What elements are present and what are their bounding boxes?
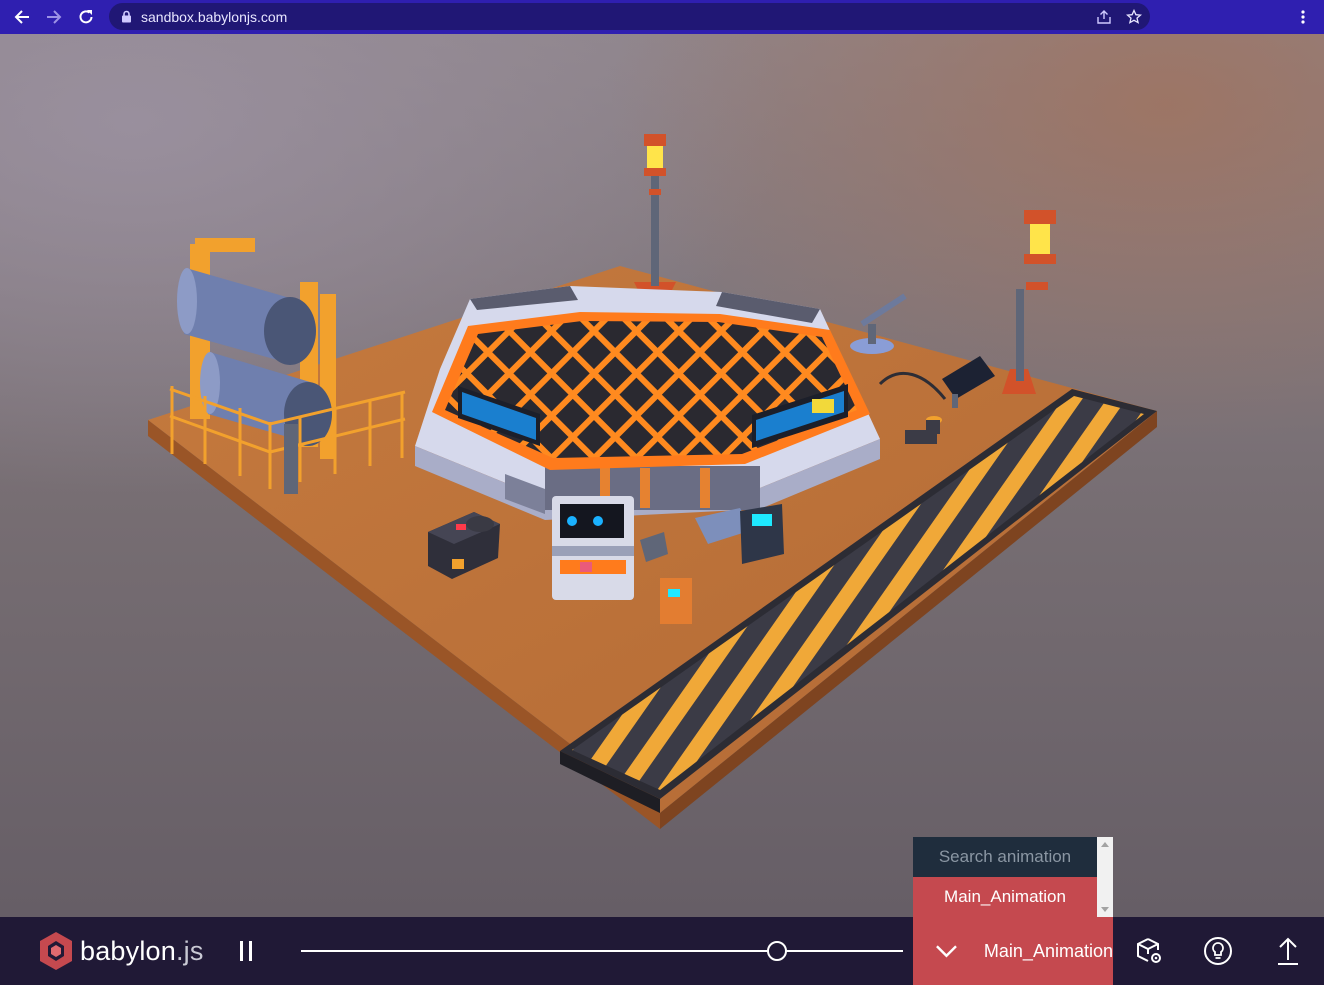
reload-icon — [79, 10, 93, 24]
inspector-button[interactable] — [1133, 935, 1165, 967]
forward-button[interactable] — [38, 0, 70, 34]
space-base-scene — [148, 134, 1157, 829]
lamp-post-right — [1002, 210, 1056, 394]
star-icon[interactable] — [1126, 8, 1142, 25]
lamp-post-left — [634, 134, 676, 294]
animation-timeline[interactable] — [301, 950, 903, 952]
cube-gear-icon — [1137, 938, 1161, 963]
address-bar[interactable]: sandbox.babylonjs.com — [109, 3, 1150, 30]
animation-option-main[interactable]: Main_Animation — [913, 877, 1097, 917]
babylon-logo-icon — [40, 932, 72, 970]
lock-icon — [119, 10, 133, 24]
timeline-scrubber[interactable] — [766, 941, 787, 961]
babylon-logo[interactable]: babylon.js — [38, 931, 204, 971]
kebab-menu-icon[interactable] — [1290, 0, 1316, 34]
search-animation-input[interactable]: Search animation — [913, 837, 1097, 877]
arrow-right-icon — [47, 10, 62, 24]
brand-text: babylon.js — [80, 935, 204, 966]
scroll-up-icon[interactable] — [1101, 842, 1109, 847]
upload-button[interactable] — [1272, 935, 1304, 967]
scroll-down-icon[interactable] — [1101, 907, 1109, 912]
render-canvas[interactable]: Search animation Main_Animation — [0, 34, 1324, 917]
landing-pad — [415, 286, 880, 520]
back-button[interactable] — [6, 0, 38, 34]
animation-selector[interactable]: Main_Animation — [913, 917, 1113, 985]
help-button[interactable] — [1202, 935, 1234, 967]
selected-animation-label: Main_Animation — [983, 940, 1113, 961]
sandbox-footer: babylon.js Main_Animation — [0, 917, 1324, 985]
url-text[interactable]: sandbox.babylonjs.com — [141, 9, 287, 25]
pause-icon[interactable] — [236, 939, 256, 963]
browser-toolbar: sandbox.babylonjs.com — [0, 0, 1324, 34]
control-console — [552, 496, 634, 600]
animation-dropdown-list: Search animation Main_Animation — [913, 837, 1113, 917]
arrow-left-icon — [14, 10, 29, 24]
chevron-down-icon — [936, 945, 957, 958]
dropdown-scrollbar[interactable] — [1097, 837, 1113, 917]
lightbulb-icon — [1204, 937, 1232, 965]
upload-icon — [1278, 937, 1298, 965]
reload-button[interactable] — [70, 0, 102, 34]
share-icon[interactable] — [1096, 9, 1112, 25]
